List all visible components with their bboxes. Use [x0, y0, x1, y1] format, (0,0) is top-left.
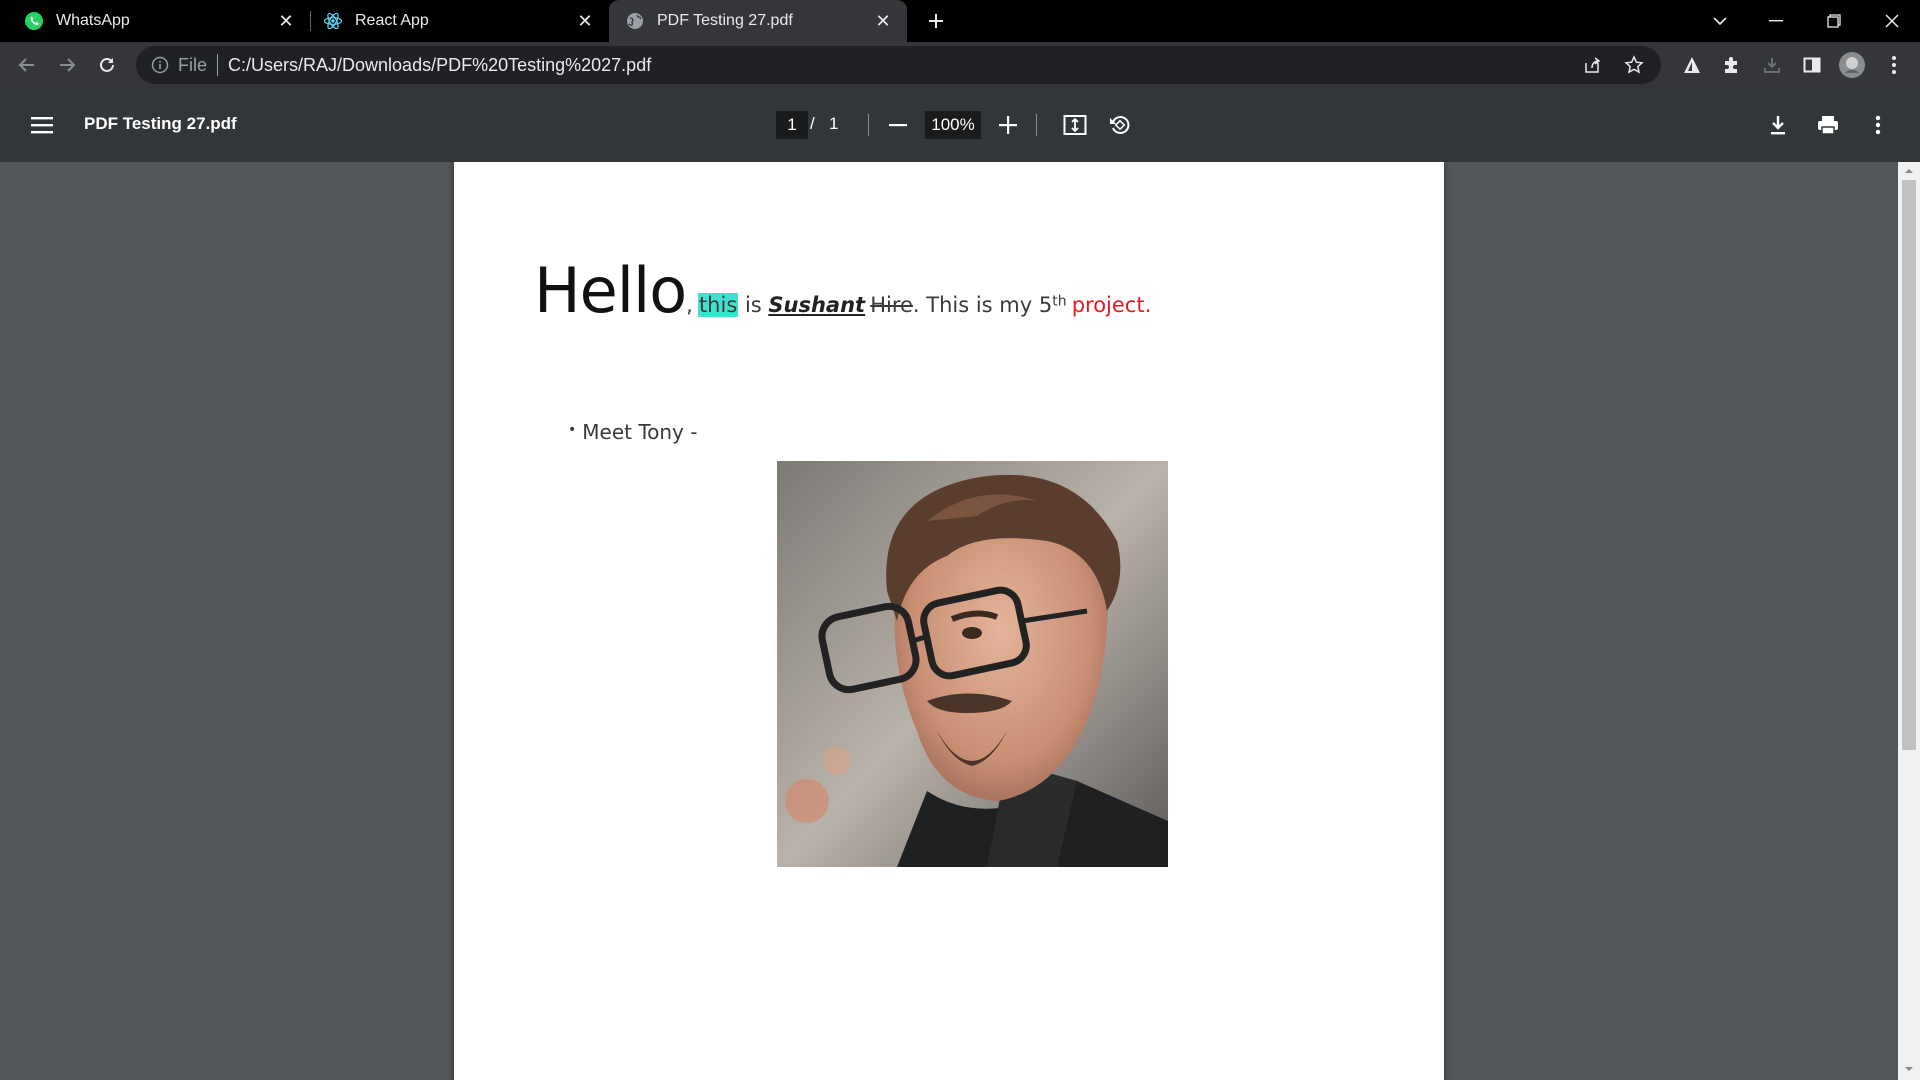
browser-toolbar: File C:/Users/RAJ/Downloads/PDF%20Testin… [0, 42, 1920, 88]
downloads-icon[interactable] [1756, 49, 1788, 81]
url-text[interactable]: C:/Users/RAJ/Downloads/PDF%20Testing%202… [228, 55, 651, 76]
bullet-item: • Meet Tony - [568, 420, 697, 444]
address-bar[interactable]: File C:/Users/RAJ/Downloads/PDF%20Testin… [136, 46, 1661, 84]
extension-triangle-icon[interactable] [1676, 49, 1708, 81]
globe-icon [625, 11, 645, 31]
forward-button[interactable] [51, 49, 83, 81]
bullet-text: Meet Tony - [582, 420, 698, 444]
total-pages: 1 [829, 114, 839, 133]
comma-text: , [686, 293, 693, 317]
side-panel-icon[interactable] [1796, 49, 1828, 81]
tab-strip: WhatsApp ✕ React App ✕ PDF Testing 27.pd… [0, 0, 1920, 42]
minimize-button[interactable] [1748, 0, 1804, 42]
back-button[interactable] [11, 49, 43, 81]
bookmark-star-icon[interactable] [1618, 49, 1650, 81]
portrait-photo [777, 461, 1168, 867]
extensions-puzzle-icon[interactable] [1716, 49, 1748, 81]
pdf-title: PDF Testing 27.pdf [84, 114, 237, 133]
pdf-viewport[interactable]: Hello, this is Sushant Hire. This is my … [0, 162, 1898, 1080]
bullet-glyph: • [568, 422, 577, 438]
zoom-level-input[interactable]: 100% [925, 111, 981, 139]
fit-to-page-icon[interactable] [1055, 105, 1095, 145]
is-text: is [738, 293, 769, 317]
tab-whatsapp[interactable]: WhatsApp ✕ [0, 0, 310, 42]
strikethrough-text: Hire [870, 293, 913, 317]
tab-pdf-testing[interactable]: PDF Testing 27.pdf ✕ [609, 0, 907, 42]
tab-search-button[interactable] [1692, 0, 1748, 42]
download-icon[interactable] [1758, 105, 1798, 145]
name-text: Sushant [768, 293, 866, 317]
more-options-icon[interactable] [1858, 105, 1898, 145]
highlighted-text: this [697, 293, 739, 317]
close-icon[interactable]: ✕ [871, 9, 895, 33]
sidebar-menu-icon[interactable] [22, 105, 62, 145]
reload-button[interactable] [91, 49, 123, 81]
profile-avatar[interactable] [1836, 49, 1868, 81]
tab-title: React App [355, 12, 429, 29]
pdf-page: Hello, this is Sushant Hire. This is my … [454, 162, 1444, 1080]
hello-heading: Hello [534, 254, 687, 327]
red-text: project. [1071, 293, 1152, 317]
rotate-icon[interactable] [1100, 105, 1140, 145]
scroll-down-icon[interactable] [1904, 1064, 1914, 1074]
close-window-button[interactable] [1864, 0, 1920, 42]
scrollbar-thumb[interactable] [1902, 180, 1916, 750]
divider [1036, 114, 1037, 136]
zoom-in-button[interactable] [988, 105, 1028, 145]
zoom-out-button[interactable] [878, 105, 918, 145]
react-icon [323, 11, 343, 31]
scheme-label: File [178, 54, 208, 75]
browser-menu-icon[interactable] [1878, 49, 1910, 81]
whatsapp-icon [24, 11, 44, 31]
tab-title: PDF Testing 27.pdf [657, 12, 793, 29]
info-icon[interactable] [150, 55, 170, 75]
tab-react-app[interactable]: React App ✕ [311, 0, 609, 42]
share-icon[interactable] [1576, 49, 1608, 81]
divider [217, 54, 219, 76]
superscript-text: th [1052, 293, 1067, 310]
page-separator: / [810, 114, 815, 133]
scroll-up-icon[interactable] [1904, 166, 1914, 176]
restore-button[interactable] [1806, 0, 1862, 42]
sentence-text: . This is my 5 [912, 293, 1053, 317]
close-icon[interactable]: ✕ [573, 9, 597, 33]
new-tab-button[interactable] [920, 5, 952, 37]
pdf-toolbar: PDF Testing 27.pdf 1 / 1 100% [0, 88, 1920, 162]
print-icon[interactable] [1808, 105, 1848, 145]
heading-line: Hello, this is Sushant Hire. This is my … [534, 254, 1151, 327]
divider [868, 114, 869, 136]
close-icon[interactable]: ✕ [274, 9, 298, 33]
scrollbar[interactable] [1898, 162, 1920, 1080]
page-number-input[interactable]: 1 [776, 111, 808, 139]
tab-title: WhatsApp [56, 12, 130, 29]
